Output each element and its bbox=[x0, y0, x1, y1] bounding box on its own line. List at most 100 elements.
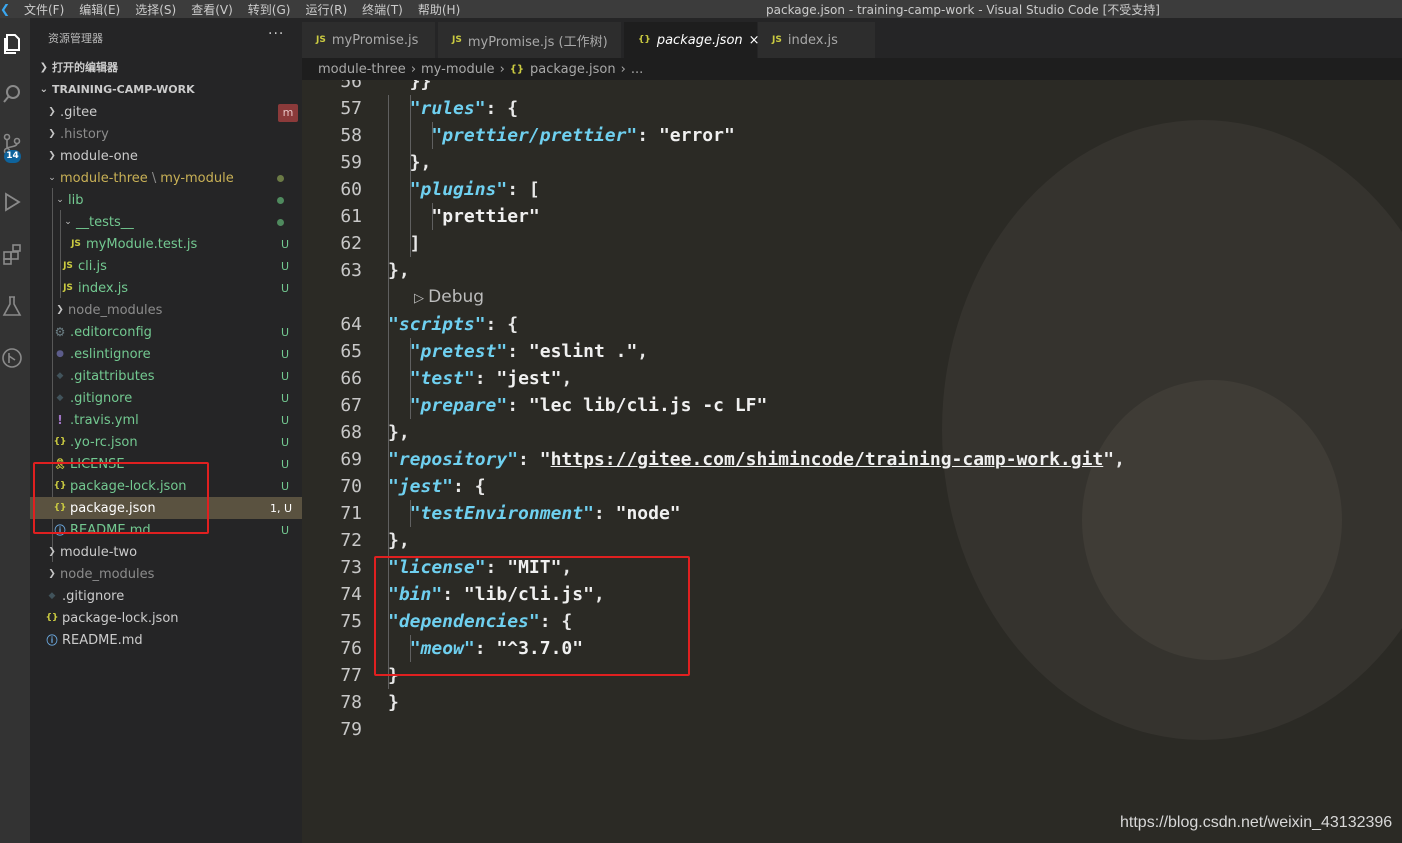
menu-go[interactable]: 转到(G) bbox=[248, 1, 291, 18]
code-token: "error" bbox=[658, 125, 735, 146]
line-number: 69 bbox=[340, 449, 362, 470]
scm-badge: 14 bbox=[4, 150, 21, 163]
menu-run[interactable]: 运行(R) bbox=[305, 1, 347, 18]
breadcrumb-item[interactable]: ... bbox=[631, 62, 643, 77]
search-icon[interactable] bbox=[0, 80, 24, 108]
code-token: : [ bbox=[507, 179, 540, 200]
code-token: }, bbox=[388, 422, 410, 443]
code-token: "eslint ." bbox=[528, 341, 638, 362]
modified-dot bbox=[277, 219, 284, 226]
vscode-logo-icon: ❮ bbox=[0, 2, 11, 16]
tree-file-editorconfig[interactable]: ⚙ .editorconfig U bbox=[30, 321, 302, 343]
tree-file-travis-yml[interactable]: ! .travis.yml U bbox=[30, 409, 302, 431]
git-graph-icon[interactable] bbox=[0, 344, 24, 372]
title-bar: ❮ 文件(F) 编辑(E) 选择(S) 查看(V) 转到(G) 运行(R) 终端… bbox=[0, 0, 1402, 18]
tab-mypromise-js-worktree[interactable]: JS myPromise.js (工作树) bbox=[438, 22, 622, 58]
run-debug-icon[interactable] bbox=[0, 188, 24, 216]
code-editor[interactable]: 56 }} 57 "rules": {58 "prettier/prettier"… bbox=[302, 80, 1402, 843]
json-key: "rules" bbox=[409, 98, 486, 119]
breadcrumb-item[interactable]: package.json bbox=[530, 62, 616, 77]
open-editors-section[interactable]: ❯ 打开的编辑器 bbox=[30, 56, 302, 78]
code-token: : bbox=[518, 449, 540, 470]
debug-label: Debug bbox=[428, 287, 485, 307]
tree-folder-module-two[interactable]: ❯ module-two bbox=[30, 541, 302, 563]
tree-folder-module-three[interactable]: ⌄ module-three \ my-module bbox=[30, 167, 302, 189]
tree-file-gitignore-root[interactable]: ◆ .gitignore bbox=[30, 585, 302, 607]
tree-folder-gitee[interactable]: ❯ .gitee m bbox=[30, 101, 302, 123]
code-token: "node" bbox=[615, 503, 681, 524]
extensions-icon[interactable] bbox=[0, 240, 24, 268]
json-key: "pretest" bbox=[409, 341, 508, 362]
json-file-icon: {} bbox=[45, 613, 59, 623]
menu-terminal[interactable]: 终端(T) bbox=[362, 1, 403, 18]
code-line: "prepare": "lec lib/cli.js -c LF" bbox=[388, 392, 768, 419]
tree-file-eslintignore[interactable]: ● .eslintignore U bbox=[30, 343, 302, 365]
line-number: 77 bbox=[340, 665, 362, 686]
chevron-down-icon: ⌄ bbox=[39, 83, 48, 95]
tree-file-readme-md-root[interactable]: ⓘ README.md bbox=[30, 629, 302, 651]
breadcrumb-item[interactable]: my-module bbox=[421, 62, 495, 77]
line-number: 75 bbox=[340, 611, 362, 632]
menu-selection[interactable]: 选择(S) bbox=[135, 1, 176, 18]
json-key: "repository" bbox=[388, 449, 519, 470]
workspace-section[interactable]: ⌄ TRAINING-CAMP-WORK bbox=[30, 78, 302, 100]
chevron-right-icon: ❯ bbox=[56, 305, 64, 315]
menu-view[interactable]: 查看(V) bbox=[191, 1, 233, 18]
code-token: : bbox=[593, 503, 616, 524]
git-icon: ◆ bbox=[56, 393, 64, 403]
tree-folder-history[interactable]: ❯ .history bbox=[30, 123, 302, 145]
code-line: "testEnvironment": "node" bbox=[388, 500, 681, 527]
code-token: " bbox=[539, 449, 551, 470]
tree-file-gitignore[interactable]: ◆ .gitignore U bbox=[30, 387, 302, 409]
tree-file-yo-rc-json[interactable]: {} .yo-rc.json U bbox=[30, 431, 302, 453]
indent-guide bbox=[432, 203, 433, 230]
tree-file-index-js[interactable]: JS index.js U bbox=[30, 277, 302, 299]
watermark: https://blog.csdn.net/weixin_43132396 bbox=[1120, 814, 1393, 831]
tree-file-cli-js[interactable]: JS cli.js U bbox=[30, 255, 302, 277]
chevron-right-icon: ❯ bbox=[48, 107, 56, 117]
indent-guide bbox=[410, 338, 411, 419]
explorer-icon[interactable] bbox=[0, 30, 24, 58]
test-icon[interactable] bbox=[0, 292, 24, 320]
tab-index-js[interactable]: JS index.js bbox=[758, 22, 876, 58]
code-token: }} bbox=[388, 80, 432, 92]
url-link[interactable]: https://gitee.com/shimincode/training-ca… bbox=[551, 449, 1104, 470]
js-file-icon: JS bbox=[452, 35, 462, 45]
json-key: "prepare" bbox=[409, 395, 508, 416]
tree-folder-lib[interactable]: ⌄ lib bbox=[30, 189, 302, 211]
git-icon: ◆ bbox=[56, 371, 64, 381]
menu-edit[interactable]: 编辑(E) bbox=[79, 1, 120, 18]
debug-codelens[interactable]: ▷ Debug bbox=[414, 284, 484, 312]
tree-folder-node-modules-root[interactable]: ❯ node_modules bbox=[30, 563, 302, 585]
menu-bar: 文件(F) 编辑(E) 选择(S) 查看(V) 转到(G) 运行(R) 终端(T… bbox=[24, 1, 475, 18]
tree-folder-tests[interactable]: ⌄ __tests__ bbox=[30, 211, 302, 233]
tree-folder-node-modules[interactable]: ❯ node_modules bbox=[30, 299, 302, 321]
menu-help[interactable]: 帮助(H) bbox=[418, 1, 460, 18]
line-number: 79 bbox=[340, 719, 362, 740]
json-file-icon: {} bbox=[509, 63, 525, 75]
code-token: ] bbox=[388, 233, 421, 254]
json-key: "scripts" bbox=[388, 314, 486, 335]
menu-file[interactable]: 文件(F) bbox=[24, 1, 64, 18]
tree-folder-module-one[interactable]: ❯ module-one bbox=[30, 145, 302, 167]
code-token: : bbox=[474, 368, 497, 389]
tree-file-gitattributes[interactable]: ◆ .gitattributes U bbox=[30, 365, 302, 387]
js-file-icon: JS bbox=[71, 239, 81, 249]
untracked-status: U bbox=[280, 391, 290, 405]
tree-file-mymodule-test-js[interactable]: JS myModule.test.js U bbox=[30, 233, 302, 255]
code-line: "pretest": "eslint .", bbox=[388, 338, 648, 365]
code-token: : bbox=[507, 341, 529, 362]
breadcrumb-item[interactable]: module-three bbox=[318, 62, 406, 77]
tab-mypromise-js[interactable]: JS myPromise.js bbox=[302, 22, 436, 58]
indent-guide bbox=[410, 95, 411, 257]
tab-package-json[interactable]: {} package.json × bbox=[624, 22, 760, 58]
code-token: : bbox=[507, 395, 529, 416]
tree-file-package-lock-json-root[interactable]: {} package-lock.json bbox=[30, 607, 302, 629]
open-editors-label: 打开的编辑器 bbox=[52, 61, 118, 74]
problems-status: 1, U bbox=[269, 501, 292, 515]
code-line: } bbox=[388, 689, 399, 716]
editor-tabs: JS myPromise.js JS myPromise.js (工作树) {}… bbox=[302, 18, 1402, 58]
more-actions-icon[interactable]: ··· bbox=[268, 26, 284, 42]
explorer-sidebar: 资源管理器 ··· ❯ 打开的编辑器 ⌄ TRAINING-CAMP-WORK … bbox=[30, 18, 302, 843]
